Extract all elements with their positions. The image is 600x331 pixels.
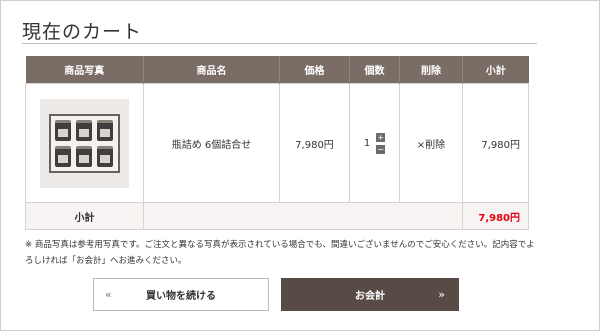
subtotal-row: 小計 7,980円 <box>25 202 529 230</box>
product-photo-cell <box>25 83 144 203</box>
subtotal-spacer <box>143 202 463 230</box>
subtotal-value: 7,980円 <box>462 202 529 230</box>
checkout-label: お会計 <box>355 291 385 302</box>
continue-shopping-button[interactable]: « 買い物を続ける <box>93 278 269 311</box>
subtotal-label: 小計 <box>25 202 144 230</box>
table-row: 瓶詰め 6個詰合せ 7,980円 1 + − ×削除 7,980円 <box>25 83 529 203</box>
header-subtotal: 小計 <box>462 56 529 84</box>
item-subtotal: 7,980円 <box>462 83 529 203</box>
header-product-name: 商品名 <box>143 56 280 84</box>
header-delete: 削除 <box>399 56 463 84</box>
photo-disclaimer-note: ※ 商品写真は参考用写真です。ご注文と異なる写真が表示されている場合でも、間違い… <box>25 240 535 266</box>
double-chevron-left-icon: « <box>105 288 112 301</box>
table-header-row: 商品写真 商品名 価格 個数 削除 小計 <box>25 56 529 84</box>
quantity-plus-button[interactable]: + <box>376 132 386 142</box>
quantity-value: 1 <box>363 137 371 149</box>
double-chevron-right-icon: » <box>438 288 445 301</box>
product-photo[interactable] <box>40 98 129 188</box>
quantity-minus-button[interactable]: − <box>376 144 386 154</box>
delete-cell: ×削除 <box>399 83 463 203</box>
header-price: 価格 <box>279 56 350 84</box>
gift-box-image <box>49 113 120 173</box>
title-divider <box>22 43 537 44</box>
delete-link[interactable]: ×削除 <box>417 140 445 151</box>
header-quantity: 個数 <box>349 56 400 84</box>
header-photo: 商品写真 <box>25 56 144 84</box>
checkout-button[interactable]: お会計 » <box>281 278 459 311</box>
continue-shopping-label: 買い物を続ける <box>146 291 216 302</box>
product-name: 瓶詰め 6個詰合せ <box>143 83 280 203</box>
quantity-cell: 1 + − <box>349 83 400 203</box>
product-price: 7,980円 <box>279 83 350 203</box>
page-title: 現在のカート <box>22 21 143 43</box>
quantity-stepper: 1 + − <box>363 132 386 154</box>
cart-table: 商品写真 商品名 価格 個数 削除 小計 瓶詰め 6個詰合せ 7,980円 1 … <box>25 56 529 230</box>
